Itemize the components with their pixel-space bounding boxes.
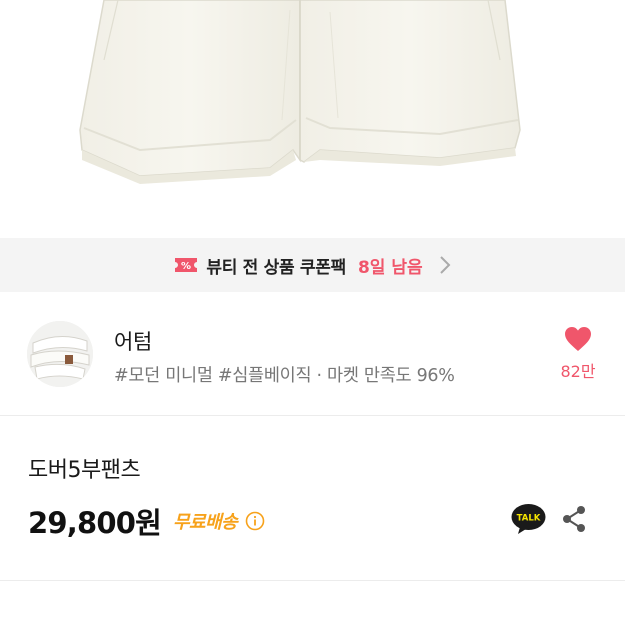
divider	[0, 415, 625, 416]
product-image[interactable]	[0, 0, 625, 238]
product-price: 29,800원	[28, 506, 162, 540]
divider	[0, 580, 625, 581]
coupon-banner-text: 뷰티 전 상품 쿠폰팩	[206, 257, 346, 278]
bottom-price-row[interactable]	[0, 598, 625, 625]
product-photo	[79, 0, 521, 184]
coupon-remaining-days: 8일 남음	[357, 257, 423, 278]
coupon-ticket-icon: %	[174, 256, 198, 274]
store-avatar[interactable]	[27, 321, 93, 387]
kakao-talk-button[interactable]: TALK	[511, 503, 546, 535]
like-count: 82만	[560, 362, 596, 381]
info-icon[interactable]	[245, 511, 265, 531]
chevron-right-icon	[439, 255, 451, 275]
like-button[interactable]: 82만	[550, 326, 606, 382]
price-row: 29,800원 무료배송	[28, 500, 265, 542]
coupon-banner-content: % 뷰티 전 상품 쿠폰팩 8일 남음	[174, 253, 451, 278]
product-name: 도버5부팬츠	[28, 458, 141, 483]
heart-icon	[565, 327, 591, 351]
store-tags: #모던 미니멀 #심플베이직 · 마켓 만족도 96%	[114, 366, 455, 386]
store-name[interactable]: 어텀	[114, 326, 152, 356]
share-icon[interactable]	[560, 505, 588, 533]
store-info[interactable]: 어텀 #모던 미니멀 #심플베이직 · 마켓 만족도 96% 82만	[0, 292, 625, 416]
free-shipping-label: 무료배송	[173, 512, 238, 533]
talk-label: TALK	[517, 514, 541, 524]
svg-text:%: %	[181, 261, 191, 272]
coupon-banner[interactable]: % 뷰티 전 상품 쿠폰팩 8일 남음	[0, 238, 625, 292]
